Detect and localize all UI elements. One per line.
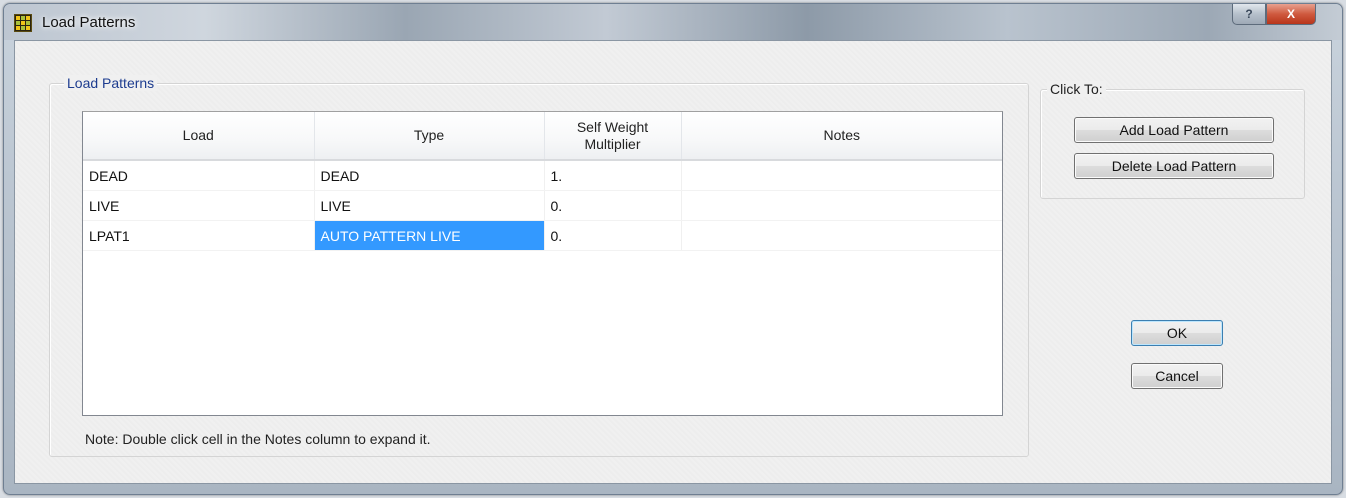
cell-load[interactable]: LIVE	[83, 190, 315, 221]
load-patterns-grid[interactable]: Load Type Self Weight Multiplier Notes D…	[82, 111, 1003, 416]
cell-multiplier[interactable]: 0.	[544, 190, 682, 221]
cell-notes[interactable]	[681, 160, 1002, 191]
load-patterns-dialog: Load Patterns ? X Load Patterns Load Typ…	[3, 3, 1343, 495]
cell-load[interactable]: DEAD	[83, 160, 315, 191]
click-to-group: Click To:	[1040, 81, 1305, 199]
add-load-pattern-button[interactable]: Add Load Pattern	[1074, 117, 1274, 143]
title-bar[interactable]: Load Patterns ? X	[4, 4, 1342, 40]
cell-notes[interactable]	[681, 190, 1002, 221]
table-row[interactable]: DEAD DEAD 1.	[83, 160, 1002, 191]
table-row[interactable]: LPAT1 AUTO PATTERN LIVE 0.	[83, 220, 1002, 251]
help-icon: ?	[1245, 7, 1253, 21]
cell-type[interactable]: DEAD	[314, 160, 545, 191]
cancel-button[interactable]: Cancel	[1131, 363, 1223, 389]
column-header-self-weight[interactable]: Self Weight Multiplier	[544, 112, 682, 161]
app-icon	[14, 14, 32, 32]
cell-type[interactable]: LIVE	[314, 190, 545, 221]
cell-multiplier[interactable]: 1.	[544, 160, 682, 191]
cell-notes[interactable]	[681, 220, 1002, 251]
column-header-type[interactable]: Type	[314, 112, 545, 161]
delete-load-pattern-button[interactable]: Delete Load Pattern	[1074, 153, 1274, 179]
notes-hint: Note: Double click cell in the Notes col…	[85, 431, 431, 447]
cell-load[interactable]: LPAT1	[83, 220, 315, 251]
column-header-notes[interactable]: Notes	[681, 112, 1002, 161]
close-icon: X	[1286, 7, 1295, 21]
table-row[interactable]: LIVE LIVE 0.	[83, 190, 1002, 221]
close-button[interactable]: X	[1266, 4, 1316, 25]
click-to-label: Click To:	[1047, 81, 1106, 97]
column-header-load[interactable]: Load	[83, 112, 315, 161]
load-patterns-group-label: Load Patterns	[64, 75, 158, 91]
window-title: Load Patterns	[42, 14, 136, 31]
dialog-body: Load Patterns Load Type Self Weight Mult…	[14, 40, 1332, 484]
help-button[interactable]: ?	[1232, 4, 1266, 25]
ok-button[interactable]: OK	[1131, 320, 1223, 346]
cell-type-selected[interactable]: AUTO PATTERN LIVE	[314, 220, 545, 251]
cell-multiplier[interactable]: 0.	[544, 220, 682, 251]
